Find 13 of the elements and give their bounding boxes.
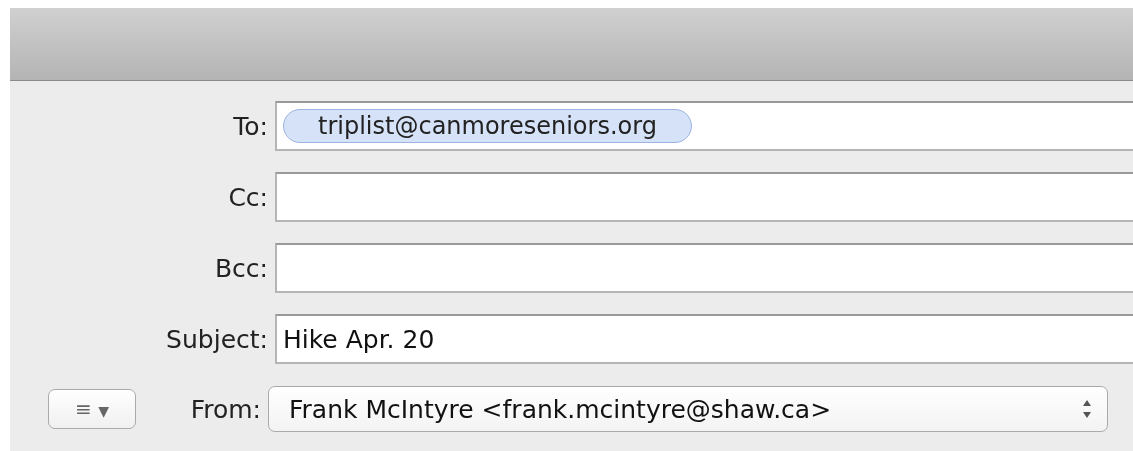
field-label: Cc: xyxy=(227,182,269,212)
recipient-field[interactable] xyxy=(275,243,1133,293)
address-token[interactable]: triplist@canmoreseniors.org xyxy=(283,109,692,143)
field-label: To: xyxy=(232,111,269,141)
subject-field[interactable]: Hike Apr. 20 xyxy=(275,314,1133,364)
format-menu-button[interactable]: ≡ ▼ xyxy=(48,389,136,429)
field-label: Subject: xyxy=(165,324,269,354)
stepper-arrows-icon xyxy=(1081,398,1093,420)
field-label: Bcc: xyxy=(213,253,269,283)
field-label: From: xyxy=(189,394,262,424)
recipient-field[interactable] xyxy=(275,172,1133,222)
from-popup[interactable]: Frank McIntyre <frank.mcintyre@shaw.ca> xyxy=(268,386,1108,432)
recipient-field[interactable]: triplist@canmoreseniors.org xyxy=(275,101,1133,151)
